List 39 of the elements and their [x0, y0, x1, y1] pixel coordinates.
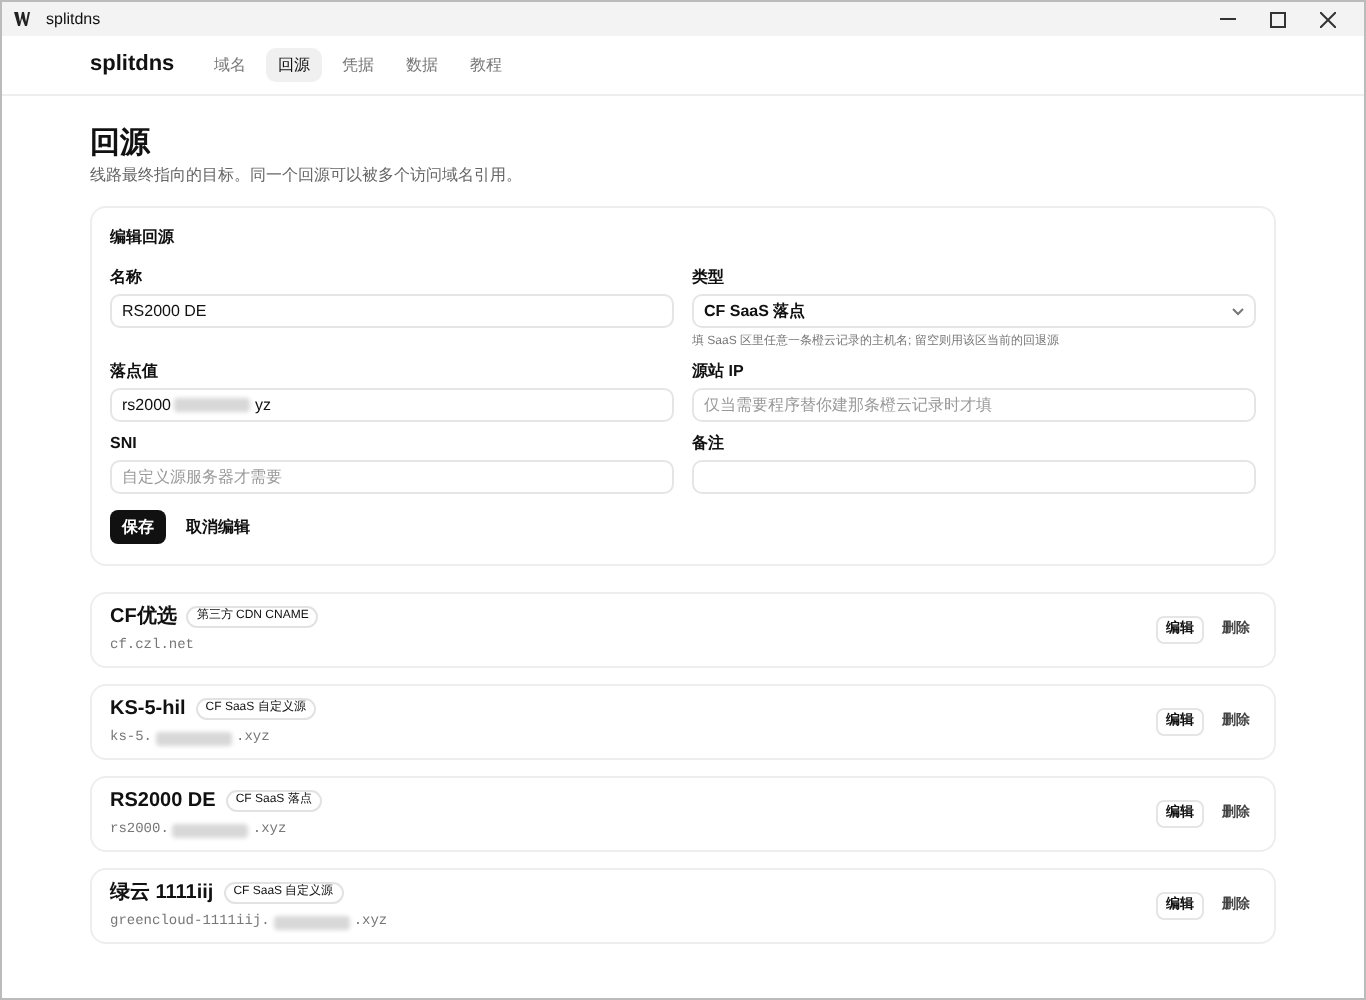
redaction-blur — [156, 732, 233, 746]
save-button[interactable]: 保存 — [110, 510, 166, 544]
input-field[interactable]: rs2000 yz — [110, 388, 674, 422]
cancel-button[interactable]: 取消编辑 — [186, 515, 250, 539]
input-field[interactable]: 自定义源服务器才需要 — [110, 460, 674, 494]
input-field[interactable]: RS2000 DE — [110, 294, 674, 328]
page-title: 回源 — [90, 124, 153, 164]
origin-name: 绿云 1111iij — [110, 880, 214, 909]
origin-name: RS2000 DE — [110, 788, 216, 817]
maximize-icon[interactable] — [1270, 11, 1286, 27]
chevron-down-icon — [1232, 307, 1244, 315]
form-title: 编辑回源 — [110, 226, 176, 250]
redaction-blur — [273, 916, 350, 930]
window-title: splitdns — [46, 7, 101, 31]
nav-tab[interactable]: 回源 — [266, 48, 323, 82]
type-select[interactable]: CF SaaS 落点 — [692, 294, 1256, 328]
nav-tab[interactable]: 教程 — [458, 48, 515, 82]
redaction-blur — [172, 824, 249, 838]
field-value: rs2000 — [122, 393, 171, 417]
nav-tab[interactable]: 数据 — [394, 48, 451, 82]
redaction-blur — [174, 398, 251, 412]
field-value: yz — [254, 393, 271, 417]
input-field[interactable]: 仅当需要程序替你建那条橙云记录时才填 — [692, 388, 1256, 422]
field-label: 源站 IP — [692, 360, 746, 382]
select-value: CF SaaS 落点 — [704, 299, 806, 323]
close-icon[interactable] — [1320, 11, 1336, 27]
app-brand: splitdns — [90, 50, 175, 81]
origin-name: KS-5-hil — [110, 696, 186, 725]
input-field[interactable] — [692, 460, 1256, 494]
field-label: 类型 — [692, 266, 726, 288]
field-label: 备注 — [692, 432, 726, 454]
page-subtitle: 线路最终指向的目标。同一个回源可以被多个访问域名引用。 — [90, 164, 524, 188]
nav-tab[interactable]: 域名 — [202, 48, 259, 82]
field-label: 名称 — [110, 266, 144, 288]
nav-tab[interactable]: 凭据 — [330, 48, 387, 82]
field-label: 落点值 — [110, 360, 160, 382]
field-label: SNI — [110, 432, 139, 454]
origin-name: CF优选 — [110, 603, 177, 633]
app-icon — [14, 12, 30, 26]
